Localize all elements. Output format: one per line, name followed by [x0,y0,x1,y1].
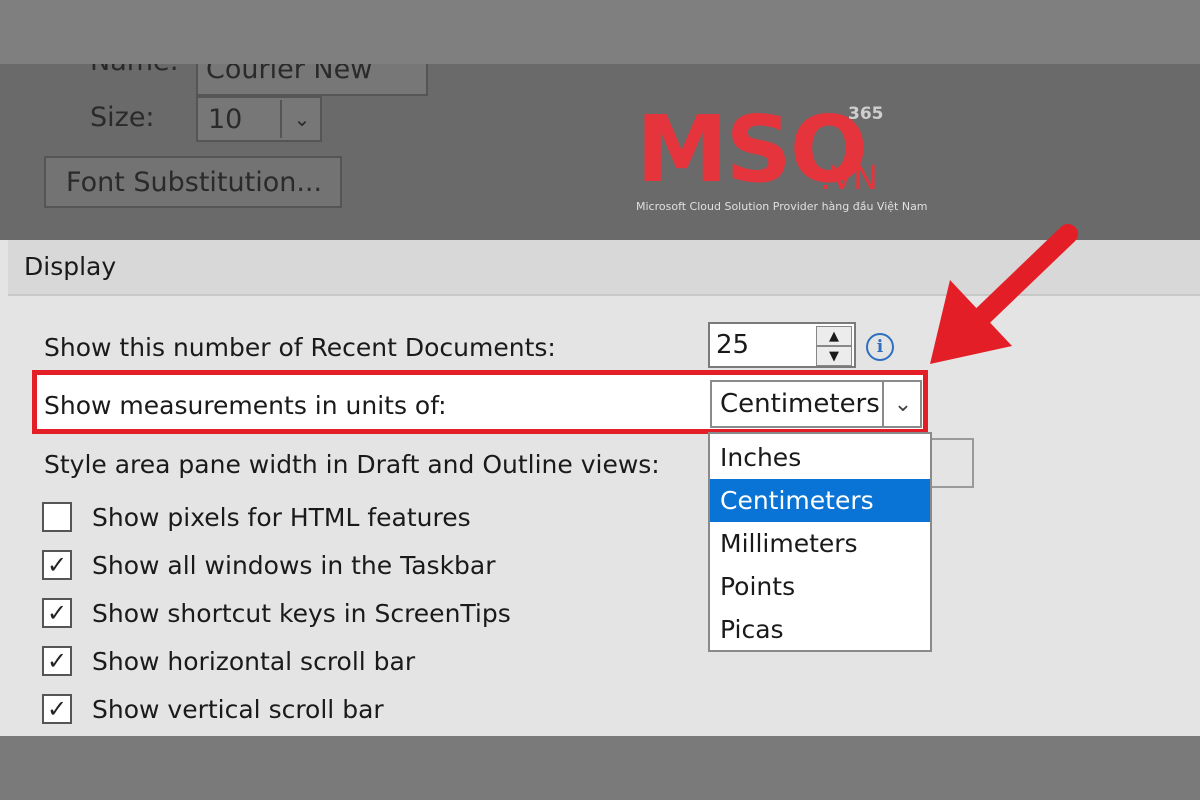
checkbox-shortcut-keys[interactable]: ✓ [42,598,72,628]
recent-docs-value: 25 [716,330,750,360]
units-dropdown-list: Inches Centimeters Millimeters Points Pi… [708,432,932,652]
checkmark-icon[interactable]: ✓ [42,646,72,676]
option-picas[interactable]: Picas [710,608,930,651]
spin-up-button[interactable]: ▲ [816,326,852,346]
checkbox-label: Show horizontal scroll bar [92,647,416,676]
logo-suffix: .VN [820,158,878,197]
logo-tagline: Microsoft Cloud Solution Provider hàng đ… [636,200,928,213]
info-icon[interactable]: i [866,333,894,361]
display-section-title: Display [24,252,117,281]
chevron-down-icon: ⌄ [280,100,322,138]
spin-down-button[interactable]: ▼ [816,346,852,366]
checkbox-vertical-scroll[interactable]: ✓ [42,694,72,724]
chevron-down-icon[interactable]: ⌄ [882,382,922,426]
font-substitution-button[interactable]: Font Substitution... [44,156,342,208]
display-section-header [8,240,1200,296]
font-size-dropdown[interactable]: 10 ⌄ [196,96,322,142]
font-settings-area: Name: Courier New Size: 10 ⌄ Font Substi… [0,64,1200,240]
triangle-down-icon: ▼ [829,348,839,364]
checkbox-horizontal-scroll[interactable]: ✓ [42,646,72,676]
style-area-label: Style area pane width in Draft and Outli… [44,450,660,479]
style-area-input[interactable] [926,438,974,488]
checkbox-label: Show shortcut keys in ScreenTips [92,599,511,628]
logo-superscript: 365 [848,104,884,124]
checkmark-icon[interactable]: ✓ [42,550,72,580]
recent-docs-label: Show this number of Recent Documents: [44,333,556,362]
font-name-dropdown[interactable]: Courier New [196,64,428,96]
checkbox-label: Show all windows in the Taskbar [92,551,496,580]
name-label: Name: [90,64,179,77]
checkbox-windows-taskbar[interactable]: ✓ [42,550,72,580]
checkbox-pixels-html[interactable] [42,502,72,532]
option-points[interactable]: Points [710,565,930,608]
checkmark-icon[interactable]: ✓ [42,694,72,724]
bottom-overlay [0,736,1200,800]
option-millimeters[interactable]: Millimeters [710,522,930,565]
measurements-label: Show measurements in units of: [44,391,447,420]
size-label: Size: [90,102,155,133]
checkbox-label: Show pixels for HTML features [92,503,471,532]
font-size-value: 10 [208,104,243,135]
option-centimeters[interactable]: Centimeters [710,479,930,522]
checkbox-box[interactable] [42,502,72,532]
font-name-value: Courier New [206,64,373,85]
checkmark-icon[interactable]: ✓ [42,598,72,628]
measurement-units-value: Centimeters [720,389,880,419]
triangle-up-icon: ▲ [829,328,839,344]
checkbox-label: Show vertical scroll bar [92,695,384,724]
option-inches[interactable]: Inches [710,436,930,479]
